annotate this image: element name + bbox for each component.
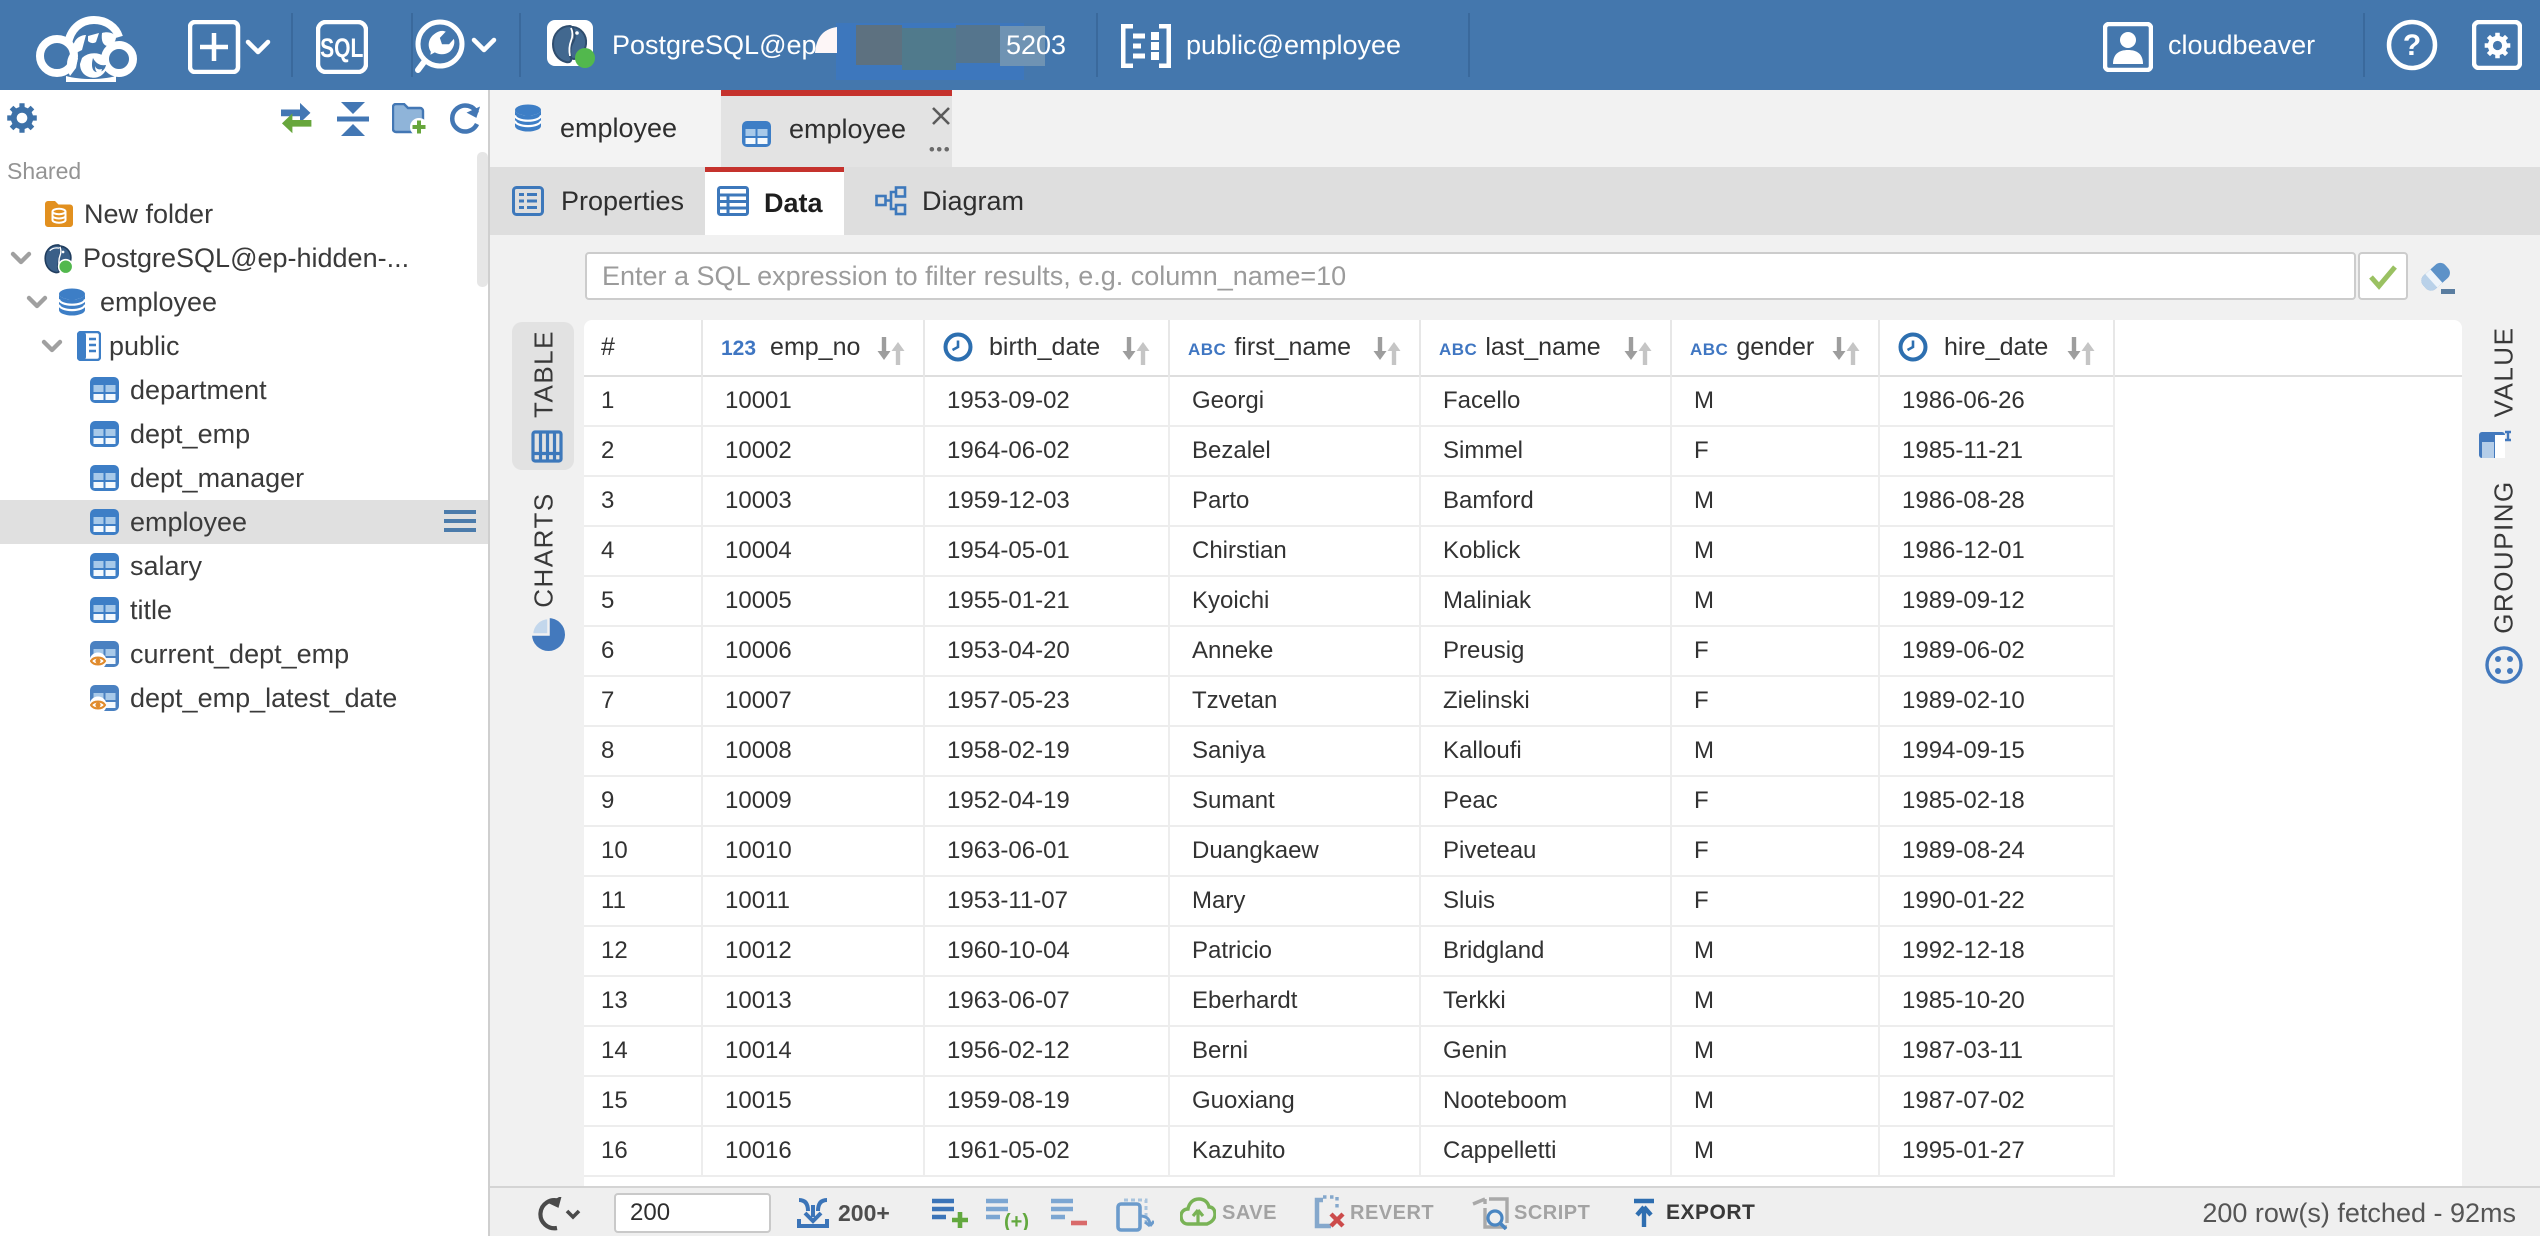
svg-text:SQL: SQL	[320, 34, 363, 64]
svg-text:?: ?	[2403, 29, 2421, 62]
svg-text:(+): (+)	[1004, 1211, 1028, 1230]
